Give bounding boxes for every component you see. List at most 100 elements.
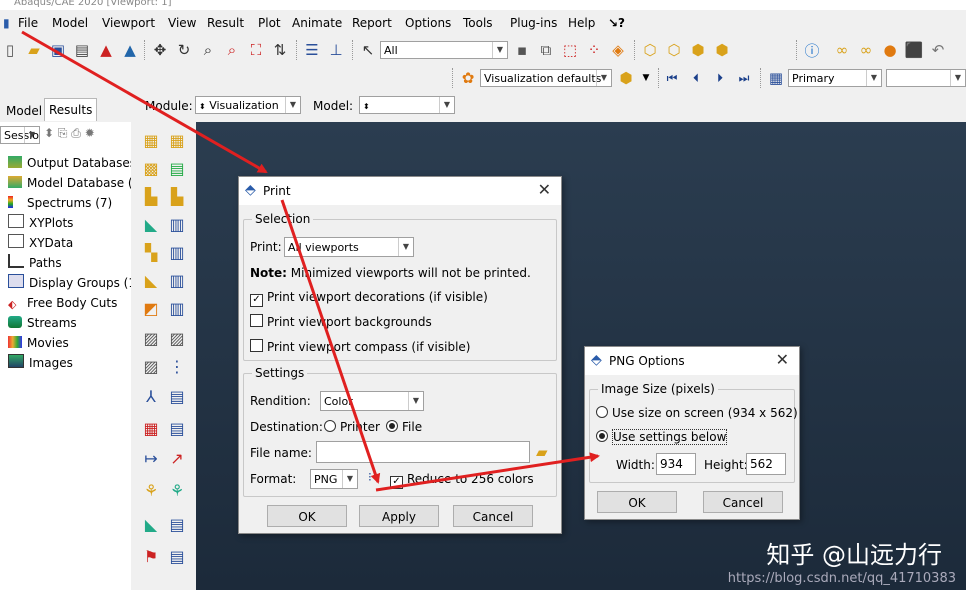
cursor-icon[interactable]: ⬛: [904, 40, 924, 60]
menu-plugins[interactable]: Plug-ins: [510, 16, 557, 30]
path-plot-icon[interactable]: ↗: [165, 448, 189, 470]
menu-report[interactable]: Report: [352, 16, 392, 30]
print-dialog-titlebar[interactable]: ⬘ Print ✕: [239, 177, 561, 205]
shaded-icon[interactable]: ⬢: [712, 40, 732, 60]
field-variable-combo[interactable]: ▼: [886, 69, 966, 87]
format-options-icon[interactable]: ⁝: [368, 470, 372, 484]
save-icon[interactable]: ▣: [48, 40, 68, 60]
open-folder-icon[interactable]: ▰: [24, 40, 44, 60]
tree-item-paths[interactable]: Paths: [8, 254, 62, 272]
print-scope-select[interactable]: All viewports ▼: [284, 237, 414, 257]
overlay-options-icon[interactable]: ▥: [165, 298, 189, 320]
palette-icon[interactable]: ✿: [458, 68, 478, 88]
info-icon[interactable]: ⓘ: [802, 40, 822, 60]
link-options-icon[interactable]: ∞: [856, 40, 876, 60]
select-region-icon[interactable]: ⬚: [560, 40, 580, 60]
close-icon[interactable]: ✕: [538, 180, 551, 199]
xy-data-icon[interactable]: ▦: [139, 418, 163, 440]
view-cut-icon[interactable]: ⚑: [139, 546, 163, 568]
menu-file[interactable]: File: [18, 16, 38, 30]
print-backgrounds-checkbox[interactable]: Print viewport backgrounds: [250, 314, 432, 329]
tree-item-display-groups[interactable]: Display Groups (1): [8, 274, 141, 292]
tree-item-free-body-cuts[interactable]: ⬖ Free Body Cuts: [8, 294, 117, 312]
xy-data-manager-icon[interactable]: ▤: [165, 418, 189, 440]
menu-viewport[interactable]: Viewport: [102, 16, 155, 30]
select-box-icon[interactable]: ⧉: [536, 40, 556, 60]
link-viewports-icon[interactable]: ∞: [832, 40, 852, 60]
print-icon[interactable]: ▤: [72, 40, 92, 60]
print-red-icon[interactable]: ▲: [96, 40, 116, 60]
model-combo[interactable]: ⬍ ▼: [359, 96, 455, 114]
menu-model[interactable]: Model: [52, 16, 88, 30]
cycle-views-icon[interactable]: ⇅: [270, 40, 290, 60]
free-body-create-icon[interactable]: ◣: [139, 514, 163, 536]
menu-plot[interactable]: Plot: [258, 16, 281, 30]
context-help-icon[interactable]: ↘?: [608, 16, 625, 30]
print-blue-icon[interactable]: ▲: [120, 40, 140, 60]
color-icon[interactable]: ●: [880, 40, 900, 60]
reduce-colors-checkbox[interactable]: ✓ Reduce to 256 colors: [390, 472, 534, 489]
select-arrow-icon[interactable]: ↖: [358, 40, 378, 60]
destination-printer-radio[interactable]: Printer: [324, 420, 380, 434]
animation-options-icon[interactable]: ⋮: [165, 356, 189, 378]
animate-scale-icon[interactable]: ▨: [139, 328, 163, 350]
plot-deformed-icon[interactable]: ▦: [165, 130, 189, 152]
tree-item-output-databases[interactable]: Output Databases: [8, 154, 136, 172]
animate-time-icon[interactable]: ▨: [165, 328, 189, 350]
free-body-manager-icon[interactable]: ▤: [165, 514, 189, 536]
plot-allowed-icon[interactable]: ▙: [165, 186, 189, 208]
hidden-line-icon[interactable]: ⬡: [664, 40, 684, 60]
box-zoom-icon[interactable]: ⌕: [222, 40, 242, 60]
print-decorations-checkbox[interactable]: ✓ Print viewport decorations (if visible): [250, 290, 488, 307]
field-output-icon[interactable]: ▦: [766, 68, 786, 88]
plot-undeformed-icon[interactable]: ▦: [139, 130, 163, 152]
menu-animate[interactable]: Animate: [292, 16, 342, 30]
view-cut-manager-icon[interactable]: ▤: [165, 546, 189, 568]
tree-filter-icon[interactable]: ⬍ ⎘ ⎙ ✹: [44, 126, 95, 141]
tree-item-spectrums[interactable]: Spectrums (7): [8, 194, 112, 212]
print-apply-button[interactable]: Apply: [359, 505, 439, 527]
pan-icon[interactable]: ✥: [150, 40, 170, 60]
use-screen-size-radio[interactable]: Use size on screen (934 x 562): [596, 406, 798, 420]
tree-item-images[interactable]: Images: [8, 354, 73, 372]
module-combo[interactable]: ⬍ Visualization ▼: [195, 96, 301, 114]
plot-material-icon[interactable]: ▙: [139, 186, 163, 208]
selection-options-icon[interactable]: ▪: [512, 40, 532, 60]
create-xy-icon[interactable]: ⅄: [139, 386, 163, 408]
tree-item-model-database[interactable]: Model Database (: [8, 174, 133, 192]
tree-item-streams[interactable]: Streams: [8, 314, 77, 332]
close-icon[interactable]: ✕: [776, 350, 789, 369]
next-frame-icon[interactable]: ⏵: [710, 68, 730, 88]
material-options-icon[interactable]: ▥: [165, 242, 189, 264]
rotate-icon[interactable]: ↻: [174, 40, 194, 60]
animate-harmonic-icon[interactable]: ▨: [139, 356, 163, 378]
previous-frame-icon[interactable]: ⏴: [686, 68, 706, 88]
common-options-icon[interactable]: ◣: [139, 214, 163, 236]
magnify-icon[interactable]: ⌕: [198, 40, 218, 60]
dropdown-arrow-icon[interactable]: ▼: [636, 68, 656, 88]
menu-view[interactable]: View: [168, 16, 196, 30]
print-cancel-button[interactable]: Cancel: [453, 505, 533, 527]
symbol-options-icon[interactable]: ▚: [139, 242, 163, 264]
stream-manager-icon[interactable]: ⚘: [165, 480, 189, 502]
visualization-defaults-combo[interactable]: Visualization defaults ▼: [480, 69, 612, 87]
format-select[interactable]: PNG ▼: [310, 469, 358, 489]
contour-options-icon[interactable]: ▥: [165, 214, 189, 236]
png-cancel-button[interactable]: Cancel: [703, 491, 783, 513]
menu-tools[interactable]: Tools: [463, 16, 493, 30]
folder-browse-icon[interactable]: ▰: [536, 443, 548, 461]
height-input[interactable]: 562: [746, 453, 786, 475]
width-input[interactable]: 934: [656, 453, 696, 475]
stream-create-icon[interactable]: ⚘: [139, 480, 163, 502]
print-compass-checkbox[interactable]: Print viewport compass (if visible): [250, 339, 470, 354]
menu-options[interactable]: Options: [405, 16, 451, 30]
list-icon[interactable]: ☰: [302, 40, 322, 60]
auto-fit-icon[interactable]: ⛶: [246, 40, 266, 60]
ply-stack-icon[interactable]: ◣: [139, 270, 163, 292]
menu-result[interactable]: Result: [207, 16, 244, 30]
ply-options-icon[interactable]: ▥: [165, 270, 189, 292]
selection-filter-combo[interactable]: All ▼: [380, 41, 508, 59]
plot-contours-icon[interactable]: ▩: [139, 158, 163, 180]
tree-item-xyplots[interactable]: XYPlots: [8, 214, 73, 232]
tree-item-movies[interactable]: Movies: [8, 334, 69, 352]
